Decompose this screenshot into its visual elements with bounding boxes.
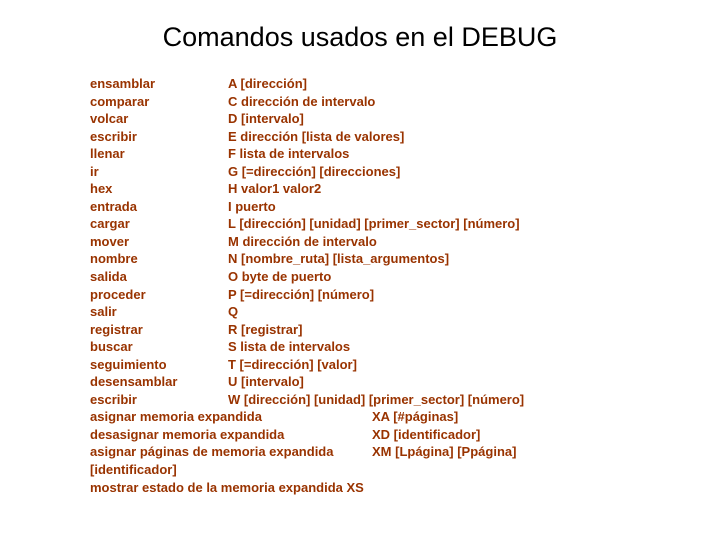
cmd-syntax: Q [228,304,238,319]
cmd-syntax: XA [#páginas] [372,409,458,424]
cmd-row: seguimientoT [=dirección] [valor] [90,356,630,374]
cmd-syntax: U [intervalo] [228,374,304,389]
cmd-name: hex [90,180,228,198]
cmd-syntax: S lista de intervalos [228,339,350,354]
cmd-name: escribir [90,128,228,146]
cmd-row: buscarS lista de intervalos [90,338,630,356]
cmd-syntax: T [=dirección] [valor] [228,357,357,372]
cmd-syntax: R [registrar] [228,322,302,337]
cmd-row: salirQ [90,303,630,321]
cmd-row: irG [=dirección] [direcciones] [90,163,630,181]
cmd-syntax: P [=dirección] [número] [228,287,374,302]
cmd-name: seguimiento [90,356,228,374]
cmd-syntax: L [dirección] [unidad] [primer_sector] [… [228,216,520,231]
cmd-name: ir [90,163,228,181]
cmd-row: hexH valor1 valor2 [90,180,630,198]
cmd-name: escribir [90,391,228,409]
cmd-syntax: XM [Lpágina] [Ppágina] [372,444,516,459]
cmd-row: mostrar estado de la memoria expandida X… [90,479,630,497]
cmd-syntax: F lista de intervalos [228,146,349,161]
cmd-syntax: E dirección [lista de valores] [228,129,404,144]
cmd-row: registrarR [registrar] [90,321,630,339]
cmd-text: mostrar estado de la memoria expandida X… [90,480,364,495]
cmd-name: salir [90,303,228,321]
cmd-row: ensamblarA [dirección] [90,75,630,93]
cmd-row: volcarD [intervalo] [90,110,630,128]
cmd-name: salida [90,268,228,286]
slide: Comandos usados en el DEBUG ensamblarA [… [0,0,720,540]
cmd-row: nombreN [nombre_ruta] [lista_argumentos] [90,250,630,268]
cmd-name: volcar [90,110,228,128]
cmd-syntax: W [dirección] [unidad] [primer_sector] [… [228,392,524,407]
cmd-row: desasignar memoria expandidaXD [identifi… [90,426,630,444]
cmd-row: moverM dirección de intervalo [90,233,630,251]
cmd-row: [identificador] [90,461,630,479]
cmd-syntax: G [=dirección] [direcciones] [228,164,400,179]
cmd-text: [identificador] [90,462,177,477]
cmd-syntax: I puerto [228,199,276,214]
cmd-name: cargar [90,215,228,233]
cmd-syntax: A [dirección] [228,76,307,91]
cmd-name: mover [90,233,228,251]
cmd-name: ensamblar [90,75,228,93]
cmd-syntax: XD [identificador] [372,427,480,442]
cmd-syntax: O byte de puerto [228,269,331,284]
cmd-row: asignar páginas de memoria expandidaXM [… [90,443,630,461]
cmd-name: asignar memoria expandida [90,408,372,426]
cmd-row: cargarL [dirección] [unidad] [primer_sec… [90,215,630,233]
cmd-syntax: N [nombre_ruta] [lista_argumentos] [228,251,449,266]
cmd-name: proceder [90,286,228,304]
cmd-name: desensamblar [90,373,228,391]
cmd-syntax: M dirección de intervalo [228,234,377,249]
cmd-row: escribirW [dirección] [unidad] [primer_s… [90,391,630,409]
cmd-row: salidaO byte de puerto [90,268,630,286]
cmd-name: desasignar memoria expandida [90,426,372,444]
cmd-row: entradaI puerto [90,198,630,216]
cmd-name: comparar [90,93,228,111]
cmd-name: registrar [90,321,228,339]
cmd-syntax: C dirección de intervalo [228,94,375,109]
cmd-row: escribirE dirección [lista de valores] [90,128,630,146]
cmd-name: asignar páginas de memoria expandida [90,443,372,461]
cmd-row: llenarF lista de intervalos [90,145,630,163]
cmd-syntax: D [intervalo] [228,111,304,126]
cmd-row: desensamblarU [intervalo] [90,373,630,391]
cmd-row: procederP [=dirección] [número] [90,286,630,304]
cmd-name: buscar [90,338,228,356]
cmd-row: asignar memoria expandidaXA [#páginas] [90,408,630,426]
cmd-name: entrada [90,198,228,216]
cmd-row: compararC dirección de intervalo [90,93,630,111]
command-list: ensamblarA [dirección]compararC direcció… [90,75,630,496]
page-title: Comandos usados en el DEBUG [90,22,630,53]
cmd-name: llenar [90,145,228,163]
cmd-name: nombre [90,250,228,268]
cmd-syntax: H valor1 valor2 [228,181,321,196]
